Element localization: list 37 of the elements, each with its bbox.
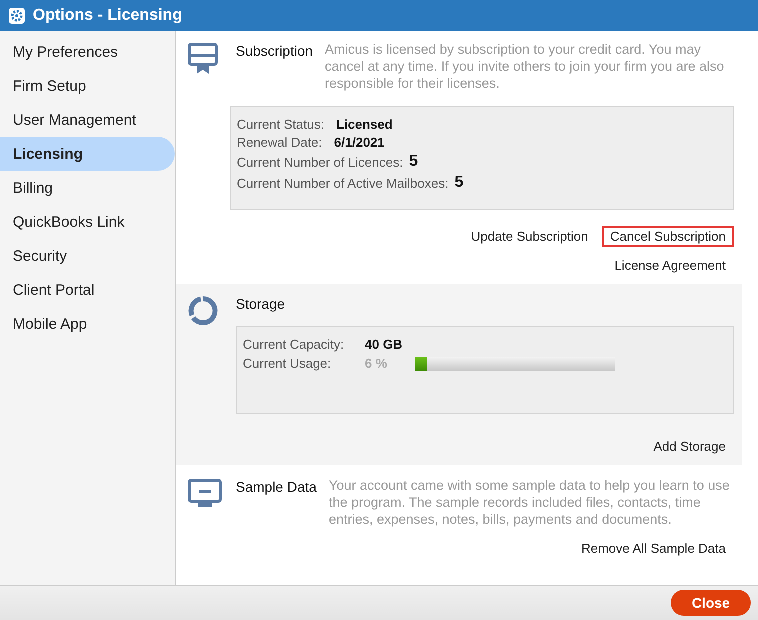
sidebar-item[interactable]: Licensing [0, 137, 175, 171]
sidebar-item[interactable]: My Preferences [0, 35, 175, 69]
sidebar-item[interactable]: Firm Setup [0, 69, 175, 103]
certificate-icon [188, 43, 218, 75]
sidebar-item[interactable]: QuickBooks Link [0, 205, 175, 239]
field-label: Current Capacity: [243, 337, 346, 352]
close-button[interactable]: Close [671, 590, 751, 616]
section-title: Subscription [236, 42, 314, 59]
field-label: Current Status: [237, 117, 324, 132]
field-value: 40 GB [365, 337, 403, 352]
donut-icon [188, 296, 218, 326]
sidebar-item[interactable]: Security [0, 239, 175, 273]
section-description: Your account came with some sample data to help you learn to use the program. The sample records included files, contacts, time entries, expenses, notes, bills, payments and documents. [328, 477, 731, 528]
settings-icon [9, 8, 25, 24]
action-link[interactable]: Remove All Sample Data [573, 538, 734, 559]
field-label: Renewal Date: [237, 135, 322, 150]
field-label: Current Number of Licences: [237, 154, 404, 170]
field-value: 5 [454, 174, 464, 192]
field-value: 6 % [365, 356, 388, 371]
action-link[interactable]: Cancel Subscription [602, 226, 734, 247]
section-title: Sample Data [236, 478, 317, 495]
field-label: Current Usage: [243, 356, 332, 371]
monitor-icon [188, 479, 222, 509]
action-link[interactable]: Update Subscription [463, 226, 596, 247]
sidebar-item[interactable]: Mobile App [0, 307, 175, 341]
sidebar-item[interactable]: Client Portal [0, 273, 175, 307]
field-value: 6/1/2021 [334, 135, 385, 150]
field-value: 5 [409, 153, 418, 171]
window-title: Options - Licensing [33, 6, 182, 24]
section-description: Amicus is licensed by subscription to your credit card. You may cancel at any time. If you invite others to join your firm you are also responsible for their licenses. [325, 41, 726, 92]
sidebar-item[interactable]: User Management [0, 103, 175, 137]
section-title: Storage [236, 295, 286, 312]
field-label: Current Number of Active Mailboxes: [237, 176, 449, 190]
action-link[interactable]: Add Storage [646, 436, 734, 457]
action-link[interactable]: License Agreement [606, 255, 734, 276]
sidebar-item[interactable]: Billing [0, 171, 175, 205]
field-value: Licensed [336, 117, 393, 132]
